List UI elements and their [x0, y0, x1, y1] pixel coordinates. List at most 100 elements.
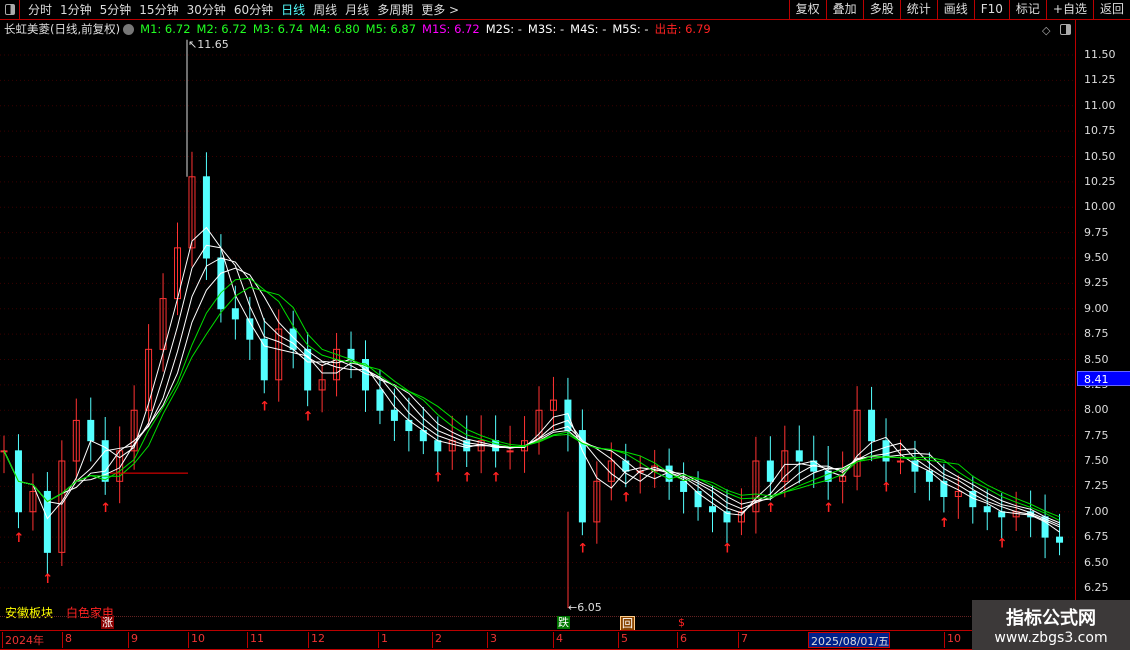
- price-tick: 10.00: [1084, 200, 1116, 214]
- ma-line: [3, 257, 1060, 526]
- sector-region[interactable]: 安徽板块: [5, 604, 53, 621]
- watermark: 指标公式网 www.zbgs3.com: [972, 600, 1130, 650]
- period-tab[interactable]: 1分钟: [60, 1, 92, 18]
- period-tab[interactable]: 月线: [345, 1, 369, 18]
- price-tick: 11.25: [1084, 73, 1116, 87]
- period-tab[interactable]: 分时: [28, 1, 52, 18]
- die-marker[interactable]: 跌: [557, 616, 570, 629]
- price-tick: 9.00: [1084, 301, 1109, 315]
- price-tick: 6.50: [1084, 555, 1109, 569]
- buy-arrow-icon: ↑: [491, 470, 502, 485]
- divider: [0, 616, 1075, 617]
- candle-body: [998, 511, 1006, 518]
- time-label: 2024年: [2, 632, 44, 648]
- candle-body: [868, 409, 876, 442]
- price-tick: 11.50: [1084, 48, 1116, 61]
- time-label: 3: [487, 632, 497, 648]
- buy-arrow-icon: ↑: [433, 470, 444, 485]
- low-value: 6.05: [577, 601, 602, 614]
- buy-arrow-icon: ↑: [462, 470, 473, 485]
- candle-body: [347, 348, 355, 361]
- price-tick: 7.50: [1084, 454, 1109, 467]
- toolbar-action-button[interactable]: 统计: [899, 0, 937, 19]
- time-label: 11: [247, 632, 264, 648]
- price-tick: 9.25: [1084, 276, 1109, 290]
- time-label: 10: [944, 632, 961, 648]
- time-label: 12: [308, 632, 325, 648]
- top-toolbar: 分时 1分钟 5分钟 15分钟 30分钟 60分钟 日线 周线 月线 多周期 更多 > 复权 叠加 多股…: [0, 0, 1130, 20]
- candle-body: [709, 506, 717, 513]
- period-tab[interactable]: 60分钟: [234, 1, 273, 18]
- candle-body: [87, 419, 95, 442]
- period-tab[interactable]: 多周期: [377, 1, 413, 18]
- buy-arrow-icon: ↑: [881, 480, 892, 495]
- time-label: 6: [677, 632, 687, 648]
- candle-body: [376, 389, 384, 411]
- zhang-marker[interactable]: 涨: [101, 616, 114, 629]
- toolbar-action-button[interactable]: 画线: [936, 0, 974, 19]
- buy-arrow-icon: ↑: [42, 572, 53, 587]
- time-axis: 2024年 8 9 10 11 12 1 2 3 4 5 6 7 2025/08/01/五 10: [0, 630, 1075, 650]
- ma-line: [3, 244, 1060, 528]
- candle-body: [983, 506, 991, 513]
- buy-arrow-icon: ↑: [765, 501, 776, 516]
- time-label: 4: [553, 632, 563, 648]
- price-tick: 7.75: [1084, 428, 1109, 442]
- time-label: 2025/08/01/五: [808, 632, 891, 648]
- watermark-name: 指标公式网: [1006, 608, 1096, 629]
- toolbar-action-button[interactable]: 返回: [1092, 0, 1130, 19]
- price-tick: 11.00: [1084, 98, 1116, 112]
- price-tick: 6.25: [1084, 580, 1109, 594]
- dollar-marker[interactable]: $: [677, 616, 686, 629]
- toolbar-action-button[interactable]: F10: [973, 0, 1009, 19]
- buy-arrow-icon: ↑: [577, 541, 588, 556]
- buy-arrow-icon: ↑: [997, 536, 1008, 551]
- candle-body: [217, 257, 225, 310]
- period-tab[interactable]: 更多 >: [421, 1, 459, 18]
- price-tick: 7.25: [1084, 479, 1109, 493]
- price-tick: 8.00: [1084, 403, 1109, 417]
- candle-body: [1056, 536, 1064, 543]
- period-tab[interactable]: 30分钟: [187, 1, 226, 18]
- buy-arrow-icon: ↑: [823, 501, 834, 516]
- time-label: 1: [378, 632, 388, 648]
- period-tab[interactable]: 日线: [281, 1, 305, 18]
- buy-arrow-icon: ↑: [259, 399, 270, 414]
- time-label: 9: [128, 632, 138, 648]
- candle-body: [434, 440, 442, 452]
- toolbar-action-button[interactable]: 叠加: [825, 0, 863, 19]
- buy-arrow-icon: ↑: [100, 501, 111, 516]
- price-tick: 9.75: [1084, 225, 1109, 239]
- sidebar-toggle-button[interactable]: [0, 0, 20, 19]
- toolbar-action-button[interactable]: 多股: [862, 0, 900, 19]
- toolbar-action-button[interactable]: 复权: [788, 0, 826, 19]
- period-tab[interactable]: 周线: [313, 1, 337, 18]
- buy-arrow-icon: ↑: [303, 409, 314, 424]
- time-label: 8: [62, 632, 72, 648]
- price-tick: 10.25: [1084, 174, 1116, 188]
- candle-body: [882, 440, 890, 462]
- price-tick: 8.50: [1084, 352, 1109, 366]
- candlestick-chart[interactable]: ↑ ↑ ↑ ↑ ↑ ↑ ↑ ↑ ↑ ↑ ↑ ↑ ↑ ↑ ↑ ↑: [0, 20, 1075, 630]
- period-tab[interactable]: 15分钟: [139, 1, 178, 18]
- candle-body: [231, 308, 239, 320]
- high-annotation: ↖11.65: [188, 38, 229, 51]
- period-tab[interactable]: 5分钟: [100, 1, 132, 18]
- hui-marker[interactable]: 回: [620, 616, 635, 631]
- price-tick: 9.50: [1084, 251, 1109, 264]
- buy-arrow-icon: ↑: [939, 516, 950, 531]
- ma-line: [3, 286, 1060, 518]
- buy-arrow-icon: ↑: [621, 491, 632, 506]
- candle-body: [896, 460, 904, 463]
- candle-body: [766, 460, 774, 482]
- price-axis: 11.50 11.25 11.00 10.75 10.50 10.25 10.00 9.75 9…: [1075, 20, 1130, 630]
- price-tick: 8.75: [1084, 327, 1109, 341]
- price-tick: 6.75: [1084, 530, 1109, 544]
- time-label: 2: [432, 632, 442, 648]
- price-tick: 10.75: [1084, 124, 1116, 138]
- toolbar-action-button[interactable]: +自选: [1045, 0, 1093, 19]
- candle-body: [506, 450, 514, 453]
- toolbar-action-button[interactable]: 标记: [1008, 0, 1046, 19]
- buy-arrow-icon: ↑: [722, 541, 733, 556]
- price-tick: 10.50: [1084, 149, 1116, 163]
